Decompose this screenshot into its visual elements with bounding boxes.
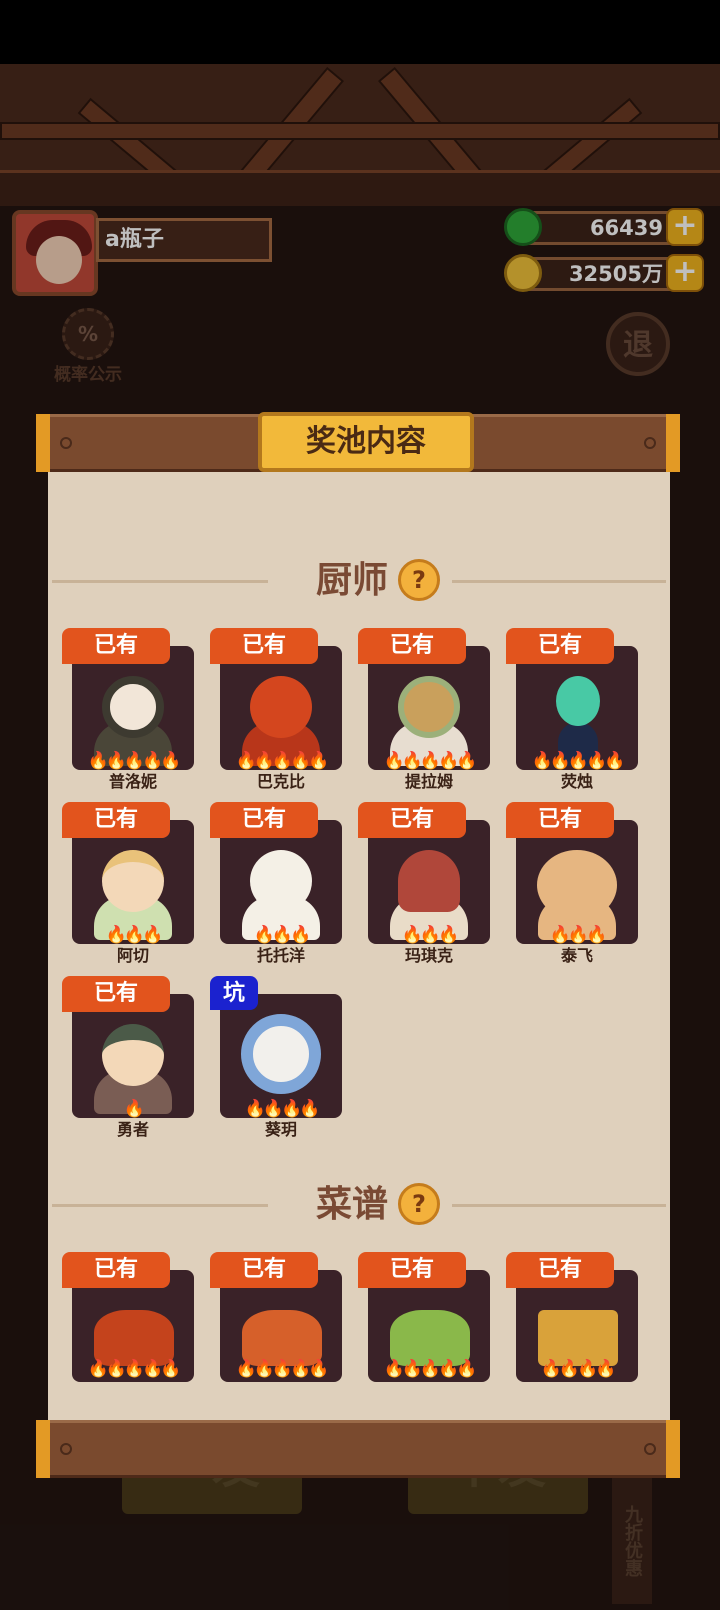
section-header-recipes: 菜谱 ?: [52, 1182, 666, 1228]
section-title: 厨师: [315, 560, 388, 601]
owned-badge: 已有: [506, 1252, 614, 1288]
owned-badge: 已有: [210, 628, 318, 664]
recipe-card[interactable]: 已有 🔥🔥🔥🔥: [506, 1252, 644, 1382]
star-rating: 🔥🔥🔥🔥🔥: [87, 1359, 182, 1379]
owned-badge: 已有: [506, 802, 614, 838]
chef-name: 普洛妮: [108, 772, 157, 791]
chef-name: 勇者: [116, 1120, 149, 1139]
star-rating: 🔥🔥🔥: [401, 925, 460, 945]
star-rating: 🔥🔥🔥: [549, 925, 608, 945]
chef-card[interactable]: 已有 🔥🔥🔥 玛琪克: [358, 802, 496, 965]
chef-card[interactable]: 已有 🔥 勇者: [62, 976, 200, 1139]
star-rating: 🔥🔥🔥🔥🔥: [383, 751, 478, 771]
owned-badge: 已有: [62, 976, 170, 1012]
chef-card[interactable]: 坑 🔥🔥🔥🔥 葵玥: [210, 976, 348, 1139]
recipe-card[interactable]: 已有 🔥🔥🔥🔥🔥: [210, 1252, 348, 1382]
game-screen: a瓶子 66439 + 32505万 + % 概率公示 退 一发 十发 九折优惠…: [0, 0, 720, 1610]
star-rating: 🔥🔥🔥🔥: [244, 1099, 321, 1119]
chef-card[interactable]: 已有 🔥🔥🔥🔥🔥 巴克比: [210, 628, 348, 791]
star-rating: 🔥🔥🔥🔥🔥: [87, 751, 182, 771]
chef-name: 葵玥: [264, 1120, 297, 1139]
owned-badge: 已有: [62, 1252, 170, 1288]
owned-badge: 已有: [358, 1252, 466, 1288]
scroll-bottom-rod: [36, 1420, 680, 1478]
star-rating: 🔥🔥🔥🔥: [540, 1359, 617, 1379]
owned-badge: 已有: [210, 1252, 318, 1288]
help-icon[interactable]: ?: [398, 1183, 440, 1225]
chef-name: 提拉姆: [404, 772, 453, 791]
chef-name: 巴克比: [256, 772, 305, 791]
chef-name: 阿切: [116, 946, 149, 965]
chef-card[interactable]: 已有 🔥🔥🔥 泰飞: [506, 802, 644, 965]
chef-card[interactable]: 已有 🔥🔥🔥 阿切: [62, 802, 200, 965]
star-rating: 🔥🔥🔥: [253, 925, 312, 945]
recipe-card[interactable]: 已有 🔥🔥🔥🔥🔥: [62, 1252, 200, 1382]
owned-badge: 已有: [62, 802, 170, 838]
chef-name: 玛琪克: [404, 946, 453, 965]
chef-name: 泰飞: [560, 946, 593, 965]
section-title: 菜谱: [315, 1184, 388, 1225]
star-rating: 🔥🔥🔥🔥🔥: [383, 1359, 478, 1379]
help-icon[interactable]: ?: [398, 559, 440, 601]
chef-name: 托托洋: [256, 946, 305, 965]
owned-badge: 已有: [358, 802, 466, 838]
star-rating: 🔥🔥🔥: [105, 925, 164, 945]
chef-card[interactable]: 已有 🔥🔥🔥 托托洋: [210, 802, 348, 965]
star-rating: 🔥🔥🔥🔥🔥: [531, 751, 626, 771]
owned-badge: 已有: [210, 802, 318, 838]
chef-name: 荧烛: [560, 772, 593, 791]
pit-badge: 坑: [210, 976, 258, 1010]
section-header-chefs: 厨师 ?: [52, 558, 666, 604]
star-rating: 🔥🔥🔥🔥🔥: [235, 1359, 330, 1379]
owned-badge: 已有: [358, 628, 466, 664]
star-rating: 🔥🔥🔥🔥🔥: [235, 751, 330, 771]
panel-title: 奖池内容: [258, 412, 474, 472]
chef-card[interactable]: 已有 🔥🔥🔥🔥🔥 普洛妮: [62, 628, 200, 791]
star-rating: 🔥: [123, 1099, 145, 1119]
owned-badge: 已有: [62, 628, 170, 664]
chef-card[interactable]: 已有 🔥🔥🔥🔥🔥 荧烛: [506, 628, 644, 791]
owned-badge: 已有: [506, 628, 614, 664]
recipe-card[interactable]: 已有 🔥🔥🔥🔥🔥: [358, 1252, 496, 1382]
chef-card[interactable]: 已有 🔥🔥🔥🔥🔥 提拉姆: [358, 628, 496, 791]
